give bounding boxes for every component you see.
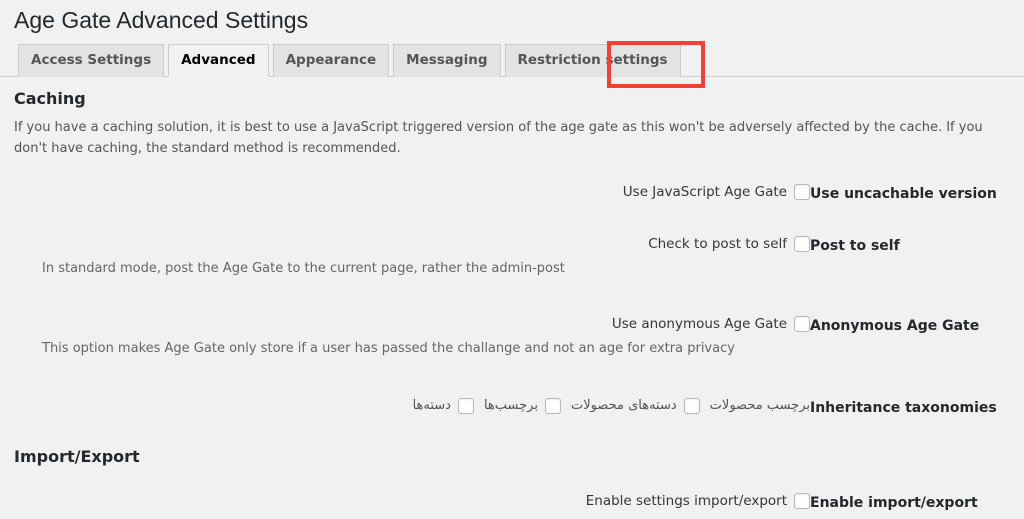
checkbox-row-use-anonymous-age-gate[interactable]: Use anonymous Age Gate bbox=[42, 315, 810, 333]
row-fields-inheritance-taxonomies: دسته‌ها برچسب‌ها دسته‌های محصولات برچسب … bbox=[14, 397, 810, 415]
checkbox-label-use-anonymous-age-gate: Use anonymous Age Gate bbox=[611, 316, 787, 332]
row-label-uncachable: Use uncachable version bbox=[810, 186, 997, 202]
checkbox-group-taxonomies: دسته‌ها برچسب‌ها دسته‌های محصولات برچسب … bbox=[42, 397, 810, 415]
row-label-anonymous-age-gate: Anonymous Age Gate bbox=[810, 318, 980, 334]
checkbox-item-taxonomy-product-categories[interactable]: دسته‌های محصولات bbox=[571, 397, 700, 415]
row-anonymous-age-gate: Anonymous Age Gate Use anonymous Age Gat… bbox=[14, 315, 1010, 358]
checkbox-taxonomy-tags[interactable] bbox=[544, 398, 561, 414]
checkbox-item-taxonomy-product-tags[interactable]: برچسب محصولات bbox=[710, 397, 810, 415]
checkbox-label-taxonomy-tags: برچسب‌ها bbox=[483, 398, 538, 413]
section-heading-caching: Caching bbox=[14, 89, 86, 108]
checkbox-item-taxonomy-categories[interactable]: دسته‌ها bbox=[413, 397, 474, 415]
row-inheritance-taxonomies: Inheritance taxonomies دسته‌ها برچسب‌ها … bbox=[14, 397, 1010, 418]
checkbox-item-check-to-post-to-self[interactable]: Check to post to self bbox=[648, 235, 810, 253]
checkbox-label-taxonomy-product-tags: برچسب محصولات bbox=[709, 398, 810, 413]
tab-advanced[interactable]: Advanced bbox=[168, 44, 269, 77]
checkbox-use-anonymous-age-gate[interactable] bbox=[794, 316, 810, 332]
section-description-caching: If you have a caching solution, it is be… bbox=[14, 117, 1010, 159]
section-heading-import-export: Import/Export bbox=[14, 447, 140, 466]
checkbox-label-use-javascript-age-gate: Use JavaScript Age Gate bbox=[622, 184, 787, 200]
settings-tab-bar: Access Settings Advanced Appearance Messagi… bbox=[0, 44, 1024, 77]
checkbox-use-javascript-age-gate[interactable] bbox=[794, 184, 810, 200]
field-description-post-to-self-text: In standard mode, post the Age Gate to t… bbox=[42, 261, 565, 276]
row-fields-enable-import-export: Enable settings import/export bbox=[14, 492, 810, 510]
row-label-post-to-self: Post to self bbox=[810, 238, 900, 254]
section-description-caching-text: If you have a caching solution, it is be… bbox=[14, 120, 983, 156]
checkbox-label-taxonomy-categories: دسته‌ها bbox=[412, 398, 451, 413]
checkbox-label-enable-settings-import-export: Enable settings import/export bbox=[585, 493, 787, 509]
checkbox-enable-settings-import-export[interactable] bbox=[794, 493, 810, 509]
row-label-enable-import-export: Enable import/export bbox=[810, 495, 978, 511]
row-fields-post-to-self: Check to post to self In standard mode, … bbox=[14, 235, 810, 278]
checkbox-check-to-post-to-self[interactable] bbox=[794, 236, 810, 252]
field-description-post-to-self: In standard mode, post the Age Gate to t… bbox=[42, 259, 810, 278]
tab-access-settings[interactable]: Access Settings bbox=[18, 44, 165, 77]
page-title: Age Gate Advanced Settings bbox=[14, 7, 309, 33]
checkbox-label-taxonomy-product-categories: دسته‌های محصولات bbox=[570, 398, 677, 413]
advanced-settings-form: Caching If you have a caching solution, … bbox=[0, 77, 1024, 519]
checkbox-taxonomy-categories[interactable] bbox=[457, 398, 474, 414]
checkbox-taxonomy-product-categories[interactable] bbox=[683, 398, 700, 414]
checkbox-item-use-anonymous-age-gate[interactable]: Use anonymous Age Gate bbox=[612, 315, 810, 333]
row-fields-anonymous-age-gate: Use anonymous Age Gate This option makes… bbox=[14, 315, 810, 358]
tab-restriction-settings[interactable]: Restriction settings bbox=[504, 44, 681, 77]
checkbox-row-check-to-post-to-self[interactable]: Check to post to self bbox=[42, 235, 810, 253]
field-description-anonymous-age-gate-text: This option makes Age Gate only store if… bbox=[42, 341, 735, 356]
checkbox-item-enable-settings-import-export[interactable]: Enable settings import/export bbox=[586, 492, 810, 510]
checkbox-item-taxonomy-tags[interactable]: برچسب‌ها bbox=[484, 397, 561, 415]
row-fields-uncachable: Use JavaScript Age Gate bbox=[14, 183, 810, 201]
tab-messaging[interactable]: Messaging bbox=[393, 44, 501, 77]
checkbox-item-use-javascript-age-gate[interactable]: Use JavaScript Age Gate bbox=[623, 183, 810, 201]
checkbox-row-use-javascript-age-gate[interactable]: Use JavaScript Age Gate bbox=[42, 183, 810, 201]
row-post-to-self: Post to self Check to post to self In st… bbox=[14, 235, 1010, 278]
row-use-uncachable-version: Use uncachable version Use JavaScript Ag… bbox=[14, 183, 1010, 204]
row-enable-import-export: Enable import/export Enable settings imp… bbox=[14, 492, 1010, 513]
field-description-anonymous-age-gate: This option makes Age Gate only store if… bbox=[42, 339, 810, 358]
checkbox-label-check-to-post-to-self: Check to post to self bbox=[648, 236, 787, 252]
tab-appearance[interactable]: Appearance bbox=[272, 44, 390, 77]
checkbox-row-enable-settings-import-export[interactable]: Enable settings import/export bbox=[42, 492, 810, 510]
row-label-inheritance-taxonomies: Inheritance taxonomies bbox=[810, 400, 997, 416]
